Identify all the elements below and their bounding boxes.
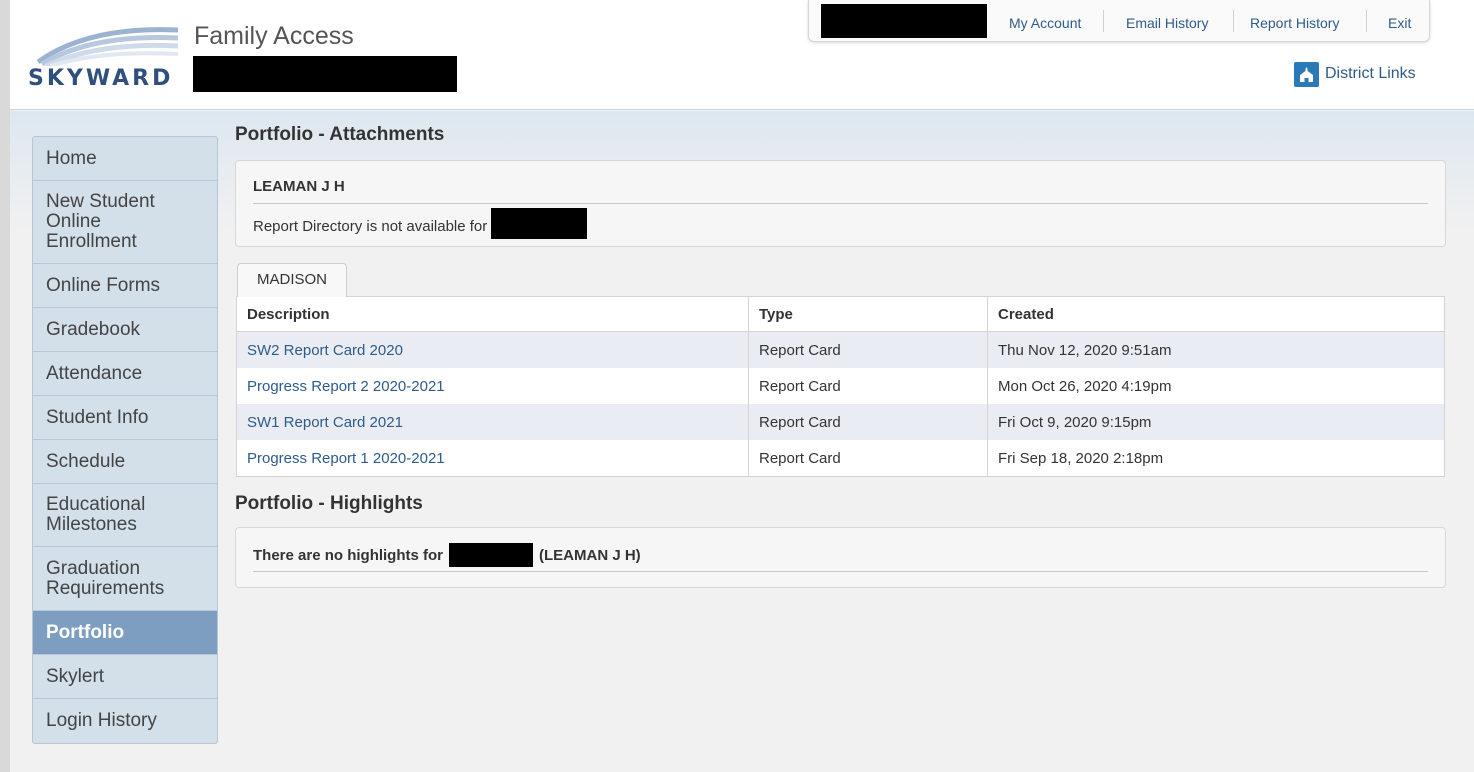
description-cell: Progress Report 1 2020-2021 [237, 440, 749, 476]
column-header-created[interactable]: Created [988, 297, 1444, 331]
table-row: Progress Report 1 2020-2021 Report Card … [237, 440, 1444, 476]
divider [1233, 10, 1234, 32]
logo-text: SKYWARD [28, 66, 174, 91]
sidebar-item-label: Home [46, 147, 97, 169]
sidebar-item-login-history[interactable]: Login History [33, 699, 217, 743]
type-cell: Report Card [749, 368, 988, 404]
top-links-bar: My Account Email History Report History … [808, 0, 1430, 42]
sidebar-item-educational-milestones[interactable]: Educational Milestones [33, 484, 217, 547]
description-cell: SW2 Report Card 2020 [237, 332, 749, 368]
sidebar-item-online-forms[interactable]: Online Forms [33, 264, 217, 308]
sidebar-item-schedule[interactable]: Schedule [33, 440, 217, 484]
email-history-link[interactable]: Email History [1126, 15, 1208, 31]
sidebar-nav: Home New Student Online Enrollment Onlin… [32, 136, 218, 744]
table-row: SW2 Report Card 2020 Report Card Thu Nov… [237, 332, 1444, 368]
sidebar-item-student-info[interactable]: Student Info [33, 396, 217, 440]
sidebar-item-label: Student Info [46, 406, 149, 428]
highlights-suffix: (LEAMAN J H) [539, 546, 641, 564]
divider [1366, 10, 1367, 32]
attachment-link[interactable]: SW1 Report Card 2021 [247, 414, 403, 431]
description-cell: Progress Report 2 2020-2021 [237, 368, 749, 404]
sidebar-item-label: Graduation Requirements [46, 557, 165, 599]
redacted-student-name [193, 56, 457, 92]
school-info-box: LEAMAN J H Report Directory is not avail… [235, 160, 1446, 247]
report-history-link[interactable]: Report History [1250, 15, 1339, 31]
attachments-table: Description Type Created SW2 Report Card… [236, 296, 1445, 477]
sidebar-item-new-student-online-enrollment[interactable]: New Student Online Enrollment [33, 181, 217, 264]
sidebar-item-label: Attendance [46, 362, 143, 384]
table-header-row: Description Type Created [237, 297, 1444, 332]
type-cell: Report Card [749, 440, 988, 476]
highlights-title: Portfolio - Highlights [235, 493, 423, 514]
table-row: SW1 Report Card 2021 Report Card Fri Oct… [237, 404, 1444, 440]
exit-link[interactable]: Exit [1388, 15, 1411, 31]
app-title: Family Access [194, 22, 354, 50]
redacted-user-name [821, 4, 987, 38]
page: SKYWARD Family Access My Account Email H… [10, 0, 1474, 772]
attachments-title: Portfolio - Attachments [235, 124, 445, 145]
created-cell: Fri Sep 18, 2020 2:18pm [998, 449, 1164, 467]
skyward-logo: SKYWARD [28, 22, 186, 96]
redacted-student-name [449, 543, 534, 567]
sidebar-item-label: Online Forms [46, 274, 161, 296]
column-header-type[interactable]: Type [749, 297, 988, 331]
sidebar-item-skylert[interactable]: Skylert [33, 655, 217, 699]
created-cell: Mon Oct 26, 2020 4:19pm [998, 377, 1172, 395]
sidebar-item-gradebook[interactable]: Gradebook [33, 308, 217, 352]
my-account-link[interactable]: My Account [1009, 15, 1081, 31]
tab-madison[interactable]: MADISON [237, 263, 347, 297]
attachment-link[interactable]: SW2 Report Card 2020 [247, 342, 403, 359]
highlights-prefix: There are no highlights for [253, 546, 444, 564]
sidebar-item-label: Educational Milestones [46, 494, 146, 535]
sidebar-item-graduation-requirements[interactable]: Graduation Requirements [33, 547, 217, 611]
divider [1103, 10, 1104, 32]
created-cell: Fri Oct 9, 2020 9:15pm [998, 413, 1152, 431]
district-links-button[interactable]: District Links [1294, 60, 1416, 88]
sidebar-item-home[interactable]: Home [33, 137, 217, 181]
school-building-icon [1294, 61, 1319, 87]
sidebar-item-label: Portfolio [46, 621, 125, 643]
divider [253, 203, 1428, 204]
highlights-box: There are no highlights for (LEAMAN J H) [235, 527, 1446, 588]
sidebar-item-portfolio[interactable]: Portfolio [33, 611, 217, 655]
divider [253, 571, 1428, 572]
sidebar-item-label: New Student Online Enrollment [46, 191, 155, 252]
sidebar-item-label: Skylert [46, 665, 105, 687]
attachment-link[interactable]: Progress Report 1 2020-2021 [247, 450, 445, 467]
created-cell: Thu Nov 12, 2020 9:51am [998, 341, 1172, 359]
highlights-message: There are no highlights for (LEAMAN J H) [253, 543, 641, 567]
type-cell: Report Card [749, 404, 988, 440]
column-header-description[interactable]: Description [237, 297, 749, 331]
report-directory-notice: Report Directory is not available for [253, 208, 588, 239]
sidebar-item-attendance[interactable]: Attendance [33, 352, 217, 396]
district-links-label: District Links [1325, 65, 1416, 82]
sidebar-item-label: Gradebook [46, 318, 141, 340]
sidebar-item-label: Login History [46, 710, 157, 731]
header: SKYWARD Family Access My Account Email H… [10, 0, 1474, 110]
attachment-link[interactable]: Progress Report 2 2020-2021 [247, 378, 445, 395]
logo-swoosh-icon [36, 27, 179, 69]
school-header: LEAMAN J H [253, 178, 345, 195]
table-row: Progress Report 2 2020-2021 Report Card … [237, 368, 1444, 404]
description-cell: SW1 Report Card 2021 [237, 404, 749, 440]
sidebar-item-label: Schedule [46, 450, 126, 472]
notice-text: Report Directory is not available for [253, 218, 488, 235]
type-cell: Report Card [749, 332, 988, 368]
redacted-student-name [491, 208, 588, 239]
